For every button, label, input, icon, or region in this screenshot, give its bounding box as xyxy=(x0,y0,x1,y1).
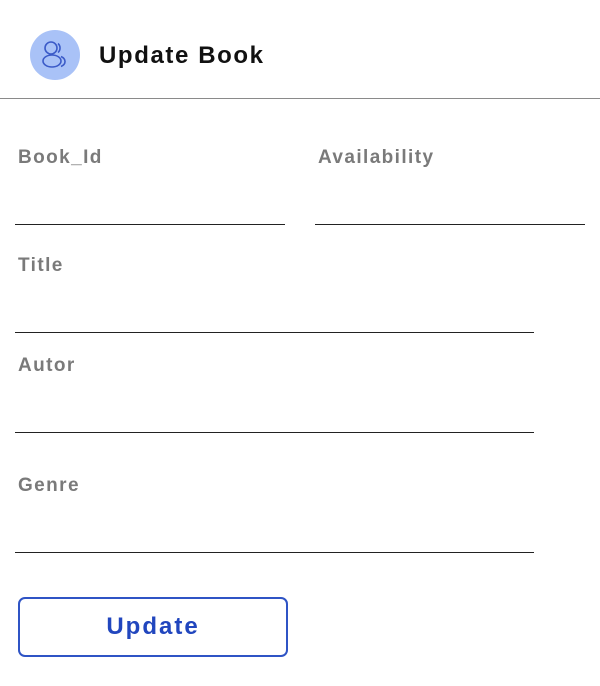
avatar xyxy=(30,30,80,80)
genre-label: Genre xyxy=(18,475,80,496)
autor-label: Autor xyxy=(18,355,76,376)
header: Update Book xyxy=(0,0,600,99)
availability-label: Availability xyxy=(318,147,435,168)
page-title: Update Book xyxy=(99,42,265,69)
book-id-field[interactable] xyxy=(15,189,285,225)
autor-field[interactable] xyxy=(15,397,534,433)
title-label: Title xyxy=(18,255,64,276)
genre-field[interactable] xyxy=(15,517,534,553)
update-button[interactable]: Update xyxy=(18,597,288,657)
book-id-label: Book_Id xyxy=(18,147,103,168)
title-field[interactable] xyxy=(15,297,534,333)
update-book-page: Update Book Book_Id Availability Title A… xyxy=(0,0,600,686)
users-icon xyxy=(42,41,66,68)
availability-field[interactable] xyxy=(315,189,585,225)
